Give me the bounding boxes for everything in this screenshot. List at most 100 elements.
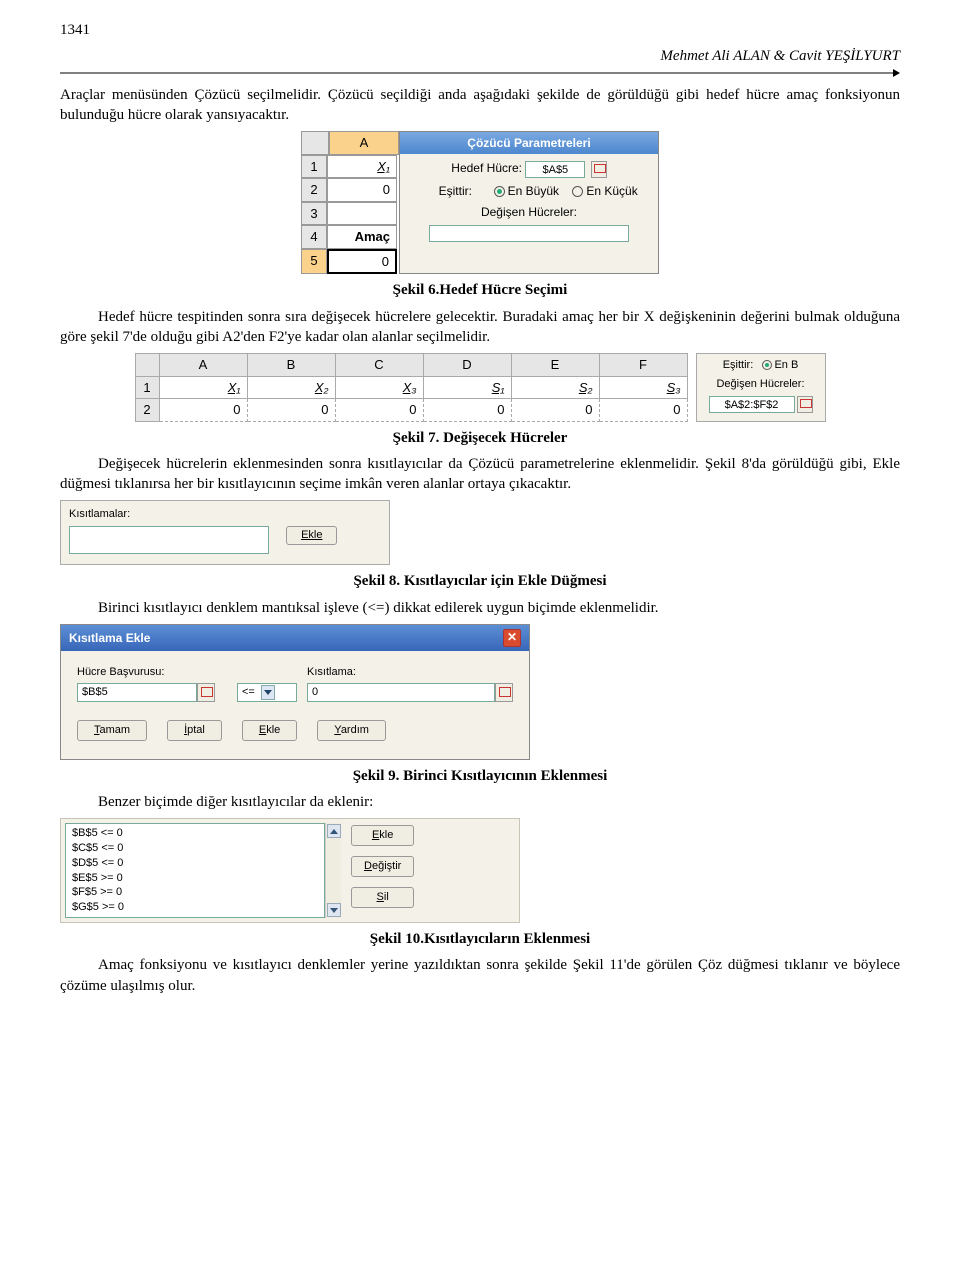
header-author: Mehmet Ali ALAN & Cavit YEŞİLYURT xyxy=(60,46,900,66)
paragraph-5: Benzer biçimde diğer kısıtlayıcılar da e… xyxy=(60,792,900,812)
col-header-A: A xyxy=(329,131,399,155)
scroll-up-icon[interactable] xyxy=(327,824,341,838)
figure-7: A B C D E F 1 X₁ X₂ X₃ S₁ S₂ S₃ 2 0 0 0 xyxy=(135,353,826,422)
list-item[interactable]: $B$5 <= 0 xyxy=(70,826,320,841)
delete-button[interactable]: Sil xyxy=(351,887,414,908)
equals-label: Eşittir: xyxy=(420,183,490,199)
list-item[interactable]: $D$5 <= 0 xyxy=(70,856,320,871)
col-header: D xyxy=(423,354,511,377)
add-button[interactable]: Ekle xyxy=(351,825,414,846)
cell: S₁ xyxy=(423,376,511,399)
cell-a3 xyxy=(327,202,397,226)
cell: S₃ xyxy=(599,376,687,399)
changing-cells-input[interactable] xyxy=(429,225,629,242)
list-item[interactable]: $F$5 >= 0 xyxy=(70,885,320,900)
cell: 0 xyxy=(335,399,423,422)
solver-dialog: Çözücü Parametreleri Hedef Hücre: $A$5 E… xyxy=(399,131,659,274)
cell: X₃ xyxy=(335,376,423,399)
paragraph-4: Birinci kısıtlayıcı denklem mantıksal iş… xyxy=(60,598,900,618)
radio-max[interactable] xyxy=(762,360,772,370)
cell-ref-icon[interactable] xyxy=(197,683,215,702)
close-icon[interactable]: ✕ xyxy=(503,629,521,647)
constraint-input[interactable]: 0 xyxy=(307,683,495,702)
row-header: 4 xyxy=(301,225,327,249)
figure-6-caption: Şekil 6.Hedef Hücre Seçimi xyxy=(393,282,568,298)
radio-min[interactable] xyxy=(572,186,583,197)
paragraph-2: Hedef hücre tespitinden sonra sıra değiş… xyxy=(60,307,900,348)
cell: 0 xyxy=(247,399,335,422)
list-item[interactable]: $C$5 <= 0 xyxy=(70,841,320,856)
col-header: A xyxy=(159,354,247,377)
row-header: 5 xyxy=(301,249,327,275)
constraints-listbox[interactable] xyxy=(69,526,269,554)
paragraph-6: Amaç fonksiyonu ve kısıtlayıcı denklemle… xyxy=(60,955,900,996)
sheet-fig7: A B C D E F 1 X₁ X₂ X₃ S₁ S₂ S₃ 2 0 0 0 xyxy=(135,353,688,422)
cell-ref-icon[interactable] xyxy=(495,683,513,702)
row-header: 1 xyxy=(301,155,327,179)
operator-select[interactable]: <= xyxy=(237,683,297,702)
col-header: C xyxy=(335,354,423,377)
row-header: 2 xyxy=(135,399,159,422)
constraint-label: Kısıtlama: xyxy=(307,665,513,680)
cell-a1: X₁ xyxy=(327,155,397,179)
cell-ref-icon[interactable] xyxy=(591,161,607,178)
cell: 0 xyxy=(599,399,687,422)
figure-7-caption: Şekil 7. Değişecek Hücreler xyxy=(393,430,568,446)
equals-label: Eşittir: xyxy=(723,359,754,371)
figure-8: Kısıtlamalar: Ekle xyxy=(60,500,390,565)
corner-cell xyxy=(301,131,329,155)
radio-max-label: En B xyxy=(774,359,798,371)
cell: 0 xyxy=(423,399,511,422)
figure-10: $B$5 <= 0 $C$5 <= 0 $D$5 <= 0 $E$5 >= 0 … xyxy=(60,818,520,923)
figure-9-caption: Şekil 9. Birinci Kısıtlayıcının Eklenmes… xyxy=(353,768,608,784)
figure-10-caption: Şekil 10.Kısıtlayıcıların Eklenmesi xyxy=(370,931,590,947)
dialog-title: Çözücü Parametreleri xyxy=(400,132,658,154)
radio-max[interactable] xyxy=(494,186,505,197)
chevron-down-icon xyxy=(261,685,275,700)
cell-a5: 0 xyxy=(327,249,397,275)
cell-ref-icon[interactable] xyxy=(797,396,813,413)
changing-cells-input[interactable]: $A$2:$F$2 xyxy=(709,396,795,413)
dialog-title: Kısıtlama Ekle xyxy=(69,630,150,646)
corner-cell xyxy=(135,354,159,377)
target-cell-label: Hedef Hücre: xyxy=(451,160,522,176)
paragraph-1: Araçlar menüsünden Çözücü seçilmelidir. … xyxy=(60,85,900,126)
ok-button[interactable]: TTamamamam xyxy=(77,720,147,741)
constraints-label: Kısıtlamalar: xyxy=(69,507,381,522)
figure-6: A 1X₁ 20 3 4Amaç 50 Çözücü Parametreleri… xyxy=(301,131,659,274)
list-item[interactable]: $E$5 >= 0 xyxy=(70,871,320,886)
change-button[interactable]: Değiştir xyxy=(351,856,414,877)
changing-cells-label: Değişen Hücreler: xyxy=(481,204,577,220)
changing-cells-label: Değişen Hücreler: xyxy=(703,377,819,392)
row-header: 3 xyxy=(301,202,327,226)
cell-ref-label: Hücre Başvurusu: xyxy=(77,665,227,680)
cell: X₁ xyxy=(159,376,247,399)
cell: 0 xyxy=(159,399,247,422)
figure-9: Kısıtlama Ekle ✕ Hücre Başvurusu: $B$5 <… xyxy=(60,624,530,760)
cell: 0 xyxy=(511,399,599,422)
constraints-listbox[interactable]: $B$5 <= 0 $C$5 <= 0 $D$5 <= 0 $E$5 >= 0 … xyxy=(65,823,325,918)
add-button[interactable]: Ekle xyxy=(242,720,297,741)
help-button[interactable]: Yardım xyxy=(317,720,386,741)
figure-8-caption: Şekil 8. Kısıtlayıcılar için Ekle Düğmes… xyxy=(353,573,606,589)
cancel-button[interactable]: İptal xyxy=(167,720,222,741)
paragraph-3: Değişecek hücrelerin eklenmesinden sonra… xyxy=(60,454,900,495)
operator-value: <= xyxy=(242,685,255,700)
col-header: E xyxy=(511,354,599,377)
col-header: B xyxy=(247,354,335,377)
list-item[interactable]: $G$5 >= 0 xyxy=(70,900,320,915)
cell-a2: 0 xyxy=(327,178,397,202)
col-header: F xyxy=(599,354,687,377)
add-button[interactable]: Ekle xyxy=(286,526,337,545)
cell: S₂ xyxy=(511,376,599,399)
scroll-down-icon[interactable] xyxy=(327,903,341,917)
header-arrow-divider xyxy=(60,69,900,77)
scrollbar[interactable] xyxy=(325,823,341,918)
cell: X₂ xyxy=(247,376,335,399)
cell-ref-input[interactable]: $B$5 xyxy=(77,683,197,702)
target-cell-input[interactable]: $A$5 xyxy=(525,161,585,178)
row-header: 2 xyxy=(301,178,327,202)
radio-min-label: En Küçük xyxy=(586,184,637,198)
row-header: 1 xyxy=(135,376,159,399)
cell-a4: Amaç xyxy=(327,225,397,249)
